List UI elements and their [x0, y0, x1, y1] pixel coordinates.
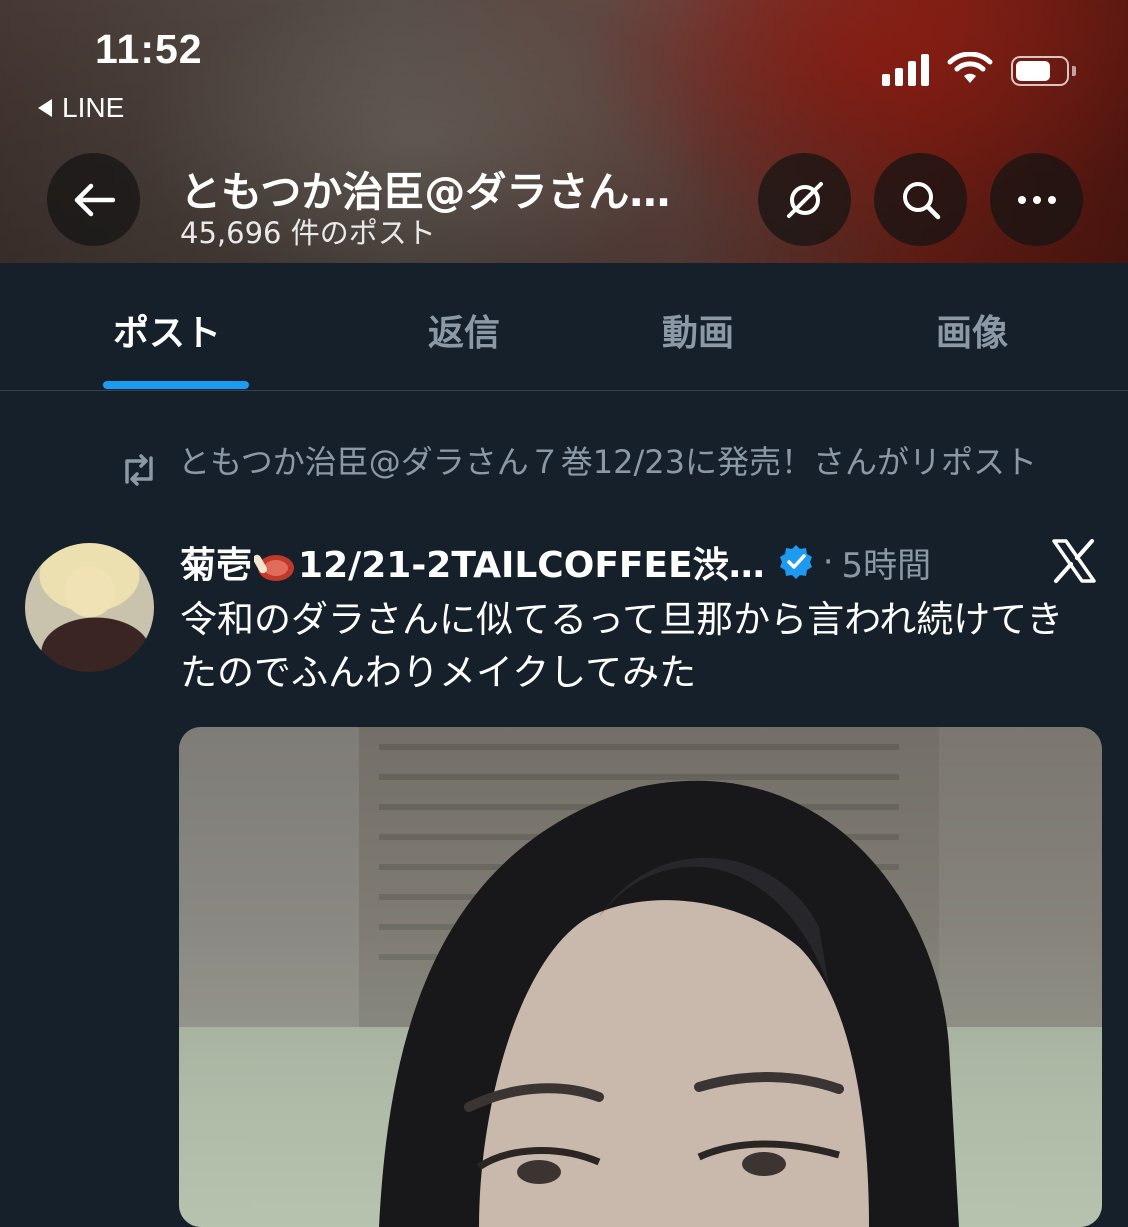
wifi-icon [947, 52, 993, 83]
profile-name: ともつか治臣@ダラさん… [180, 168, 671, 216]
search-icon [902, 181, 940, 219]
status-time: 11:52 [95, 26, 203, 72]
tweet-photo [179, 727, 1102, 1227]
more-icon [1017, 195, 1056, 204]
back-button[interactable] [47, 153, 140, 246]
verified-badge-icon [779, 545, 812, 579]
repost-text[interactable]: ともつか治臣@ダラさん７巻12/23に発売！さんがリポスト [178, 440, 1068, 488]
tab-videos[interactable]: 動画 [662, 304, 734, 356]
back-app-label: LINE [62, 92, 125, 123]
tweet-time-separator: · [822, 542, 834, 582]
x-logo-icon [1052, 539, 1096, 583]
tab-replies[interactable]: 返信 [428, 304, 500, 356]
grok-icon [786, 181, 823, 218]
battery-icon [1011, 56, 1076, 86]
meat-emoji-icon [254, 554, 295, 581]
profile-header-banner: 11:52 LINE ともつか治臣@ダラさん… 45,696 件のポスト [0, 0, 1128, 263]
avatar[interactable] [25, 543, 154, 672]
arrow-left-icon [74, 183, 115, 216]
more-button[interactable] [990, 153, 1083, 246]
status-icons [882, 52, 1076, 86]
tweet-header: 菊壱 12/21-2TAILCOFFEE渋… · 5時間 [180, 537, 1020, 587]
post-count: 45,696 件のポスト [180, 216, 436, 250]
grok-button[interactable] [758, 153, 851, 246]
tweet-time[interactable]: 5時間 [842, 538, 932, 587]
tab-images[interactable]: 画像 [936, 304, 1008, 356]
back-to-app-link[interactable]: LINE [38, 92, 124, 124]
active-tab-indicator [103, 381, 249, 389]
tweet-media-image[interactable] [179, 727, 1102, 1227]
search-button[interactable] [874, 153, 967, 246]
repost-indicator: ともつか治臣@ダラさん７巻12/23に発売！さんがリポスト [118, 440, 1078, 488]
tweet-text: 令和のダラさんに似てるって旦那から言われ続けてきたのでふんわりメイクしてみた [180, 598, 1064, 694]
author-name-prefix: 菊壱 [180, 545, 253, 586]
author-name[interactable]: 菊壱 12/21-2TAILCOFFEE渋… [180, 536, 765, 588]
author-name-suffix: 12/21-2TAILCOFFEE渋… [298, 545, 765, 586]
tab-posts[interactable]: ポスト [113, 304, 221, 356]
back-triangle-icon [38, 99, 52, 117]
repost-icon [125, 454, 153, 486]
cellular-signal-icon [882, 52, 929, 86]
